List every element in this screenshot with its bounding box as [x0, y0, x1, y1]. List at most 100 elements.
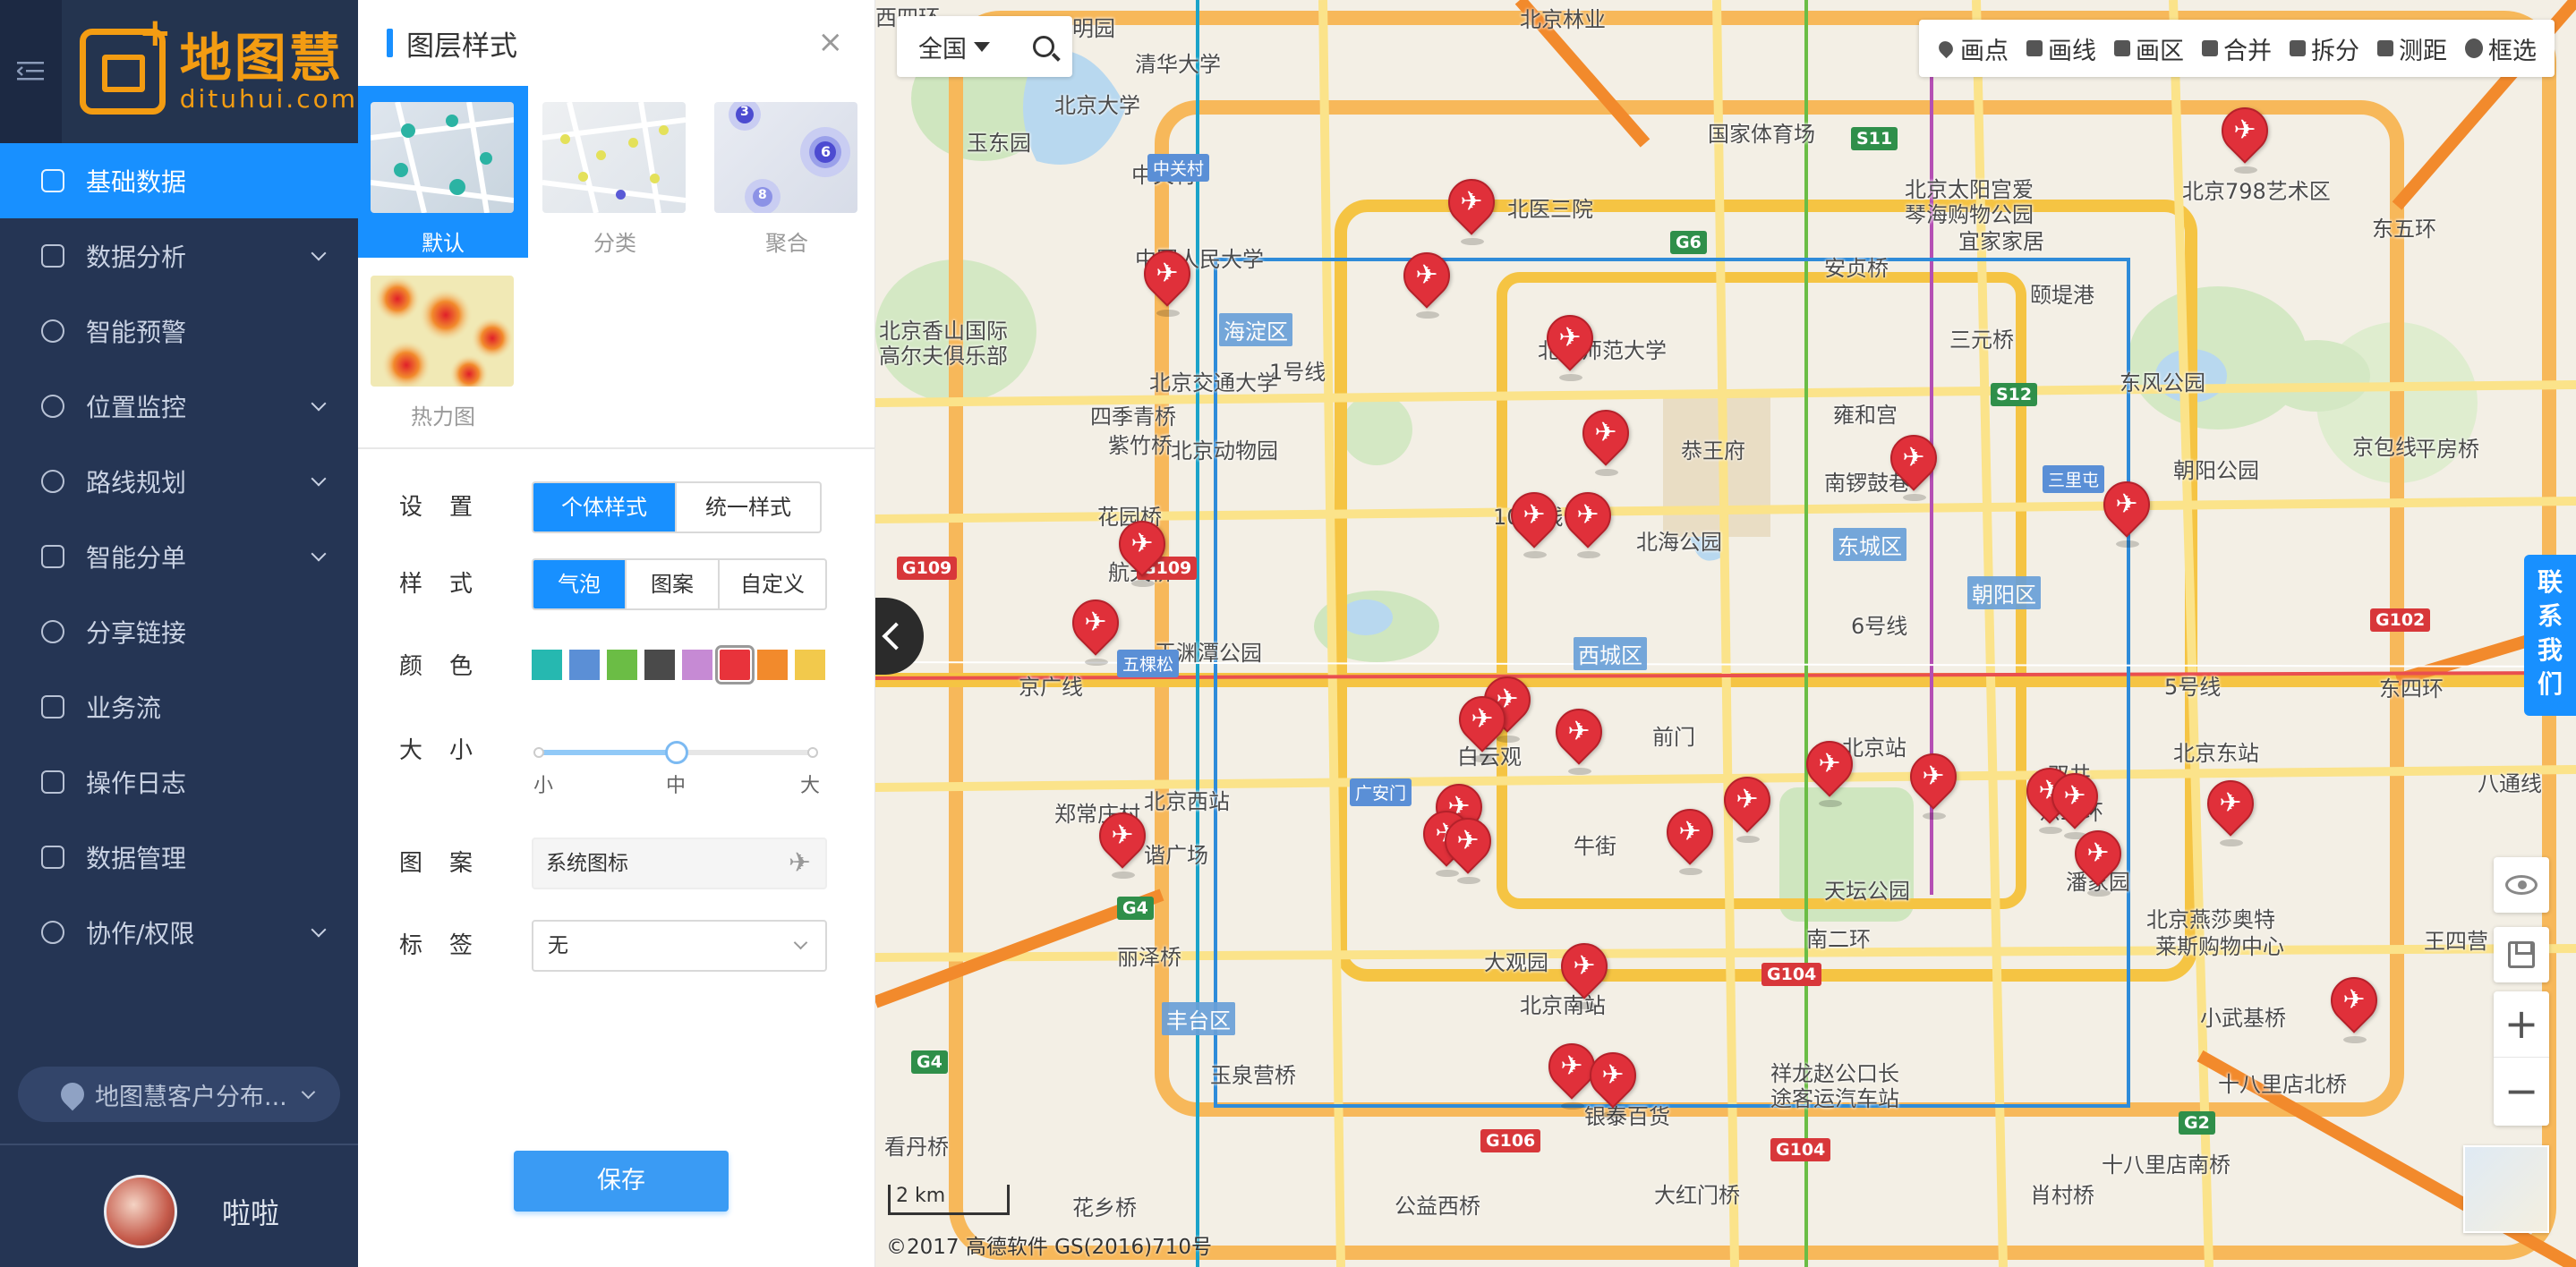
- marker-shadow: [1903, 494, 1926, 501]
- location-marker[interactable]: ✈: [1546, 699, 1612, 775]
- color-swatch[interactable]: [569, 650, 600, 680]
- style-row: 样式 气泡 图案 自定义: [399, 558, 847, 610]
- airplane-icon: ✈: [2086, 838, 2110, 869]
- style-option-cluster[interactable]: 3 6 8 聚合: [702, 86, 872, 258]
- location-marker[interactable]: ✈: [2065, 821, 2131, 897]
- slider-handle[interactable]: [665, 741, 688, 764]
- map-place-label: 玉东园: [967, 131, 1031, 156]
- location-marker[interactable]: ✈: [1881, 425, 1947, 501]
- location-marker[interactable]: ✈: [1573, 400, 1639, 476]
- map-selector[interactable]: 地图慧客户分布...: [18, 1067, 340, 1122]
- size-slider[interactable]: 小 中 大: [533, 725, 822, 805]
- menu-item-basic-data[interactable]: 基础数据: [0, 143, 358, 218]
- user-profile[interactable]: 啦啦: [104, 1175, 279, 1248]
- location-marker[interactable]: ✈: [1657, 799, 1723, 875]
- close-icon[interactable]: ×: [818, 27, 844, 57]
- menu-item-smart-alert[interactable]: 智能预警: [0, 293, 358, 369]
- merge-tool[interactable]: 合并: [2193, 31, 2281, 66]
- box-select-tool[interactable]: 框选: [2456, 31, 2546, 66]
- style-option-default[interactable]: 默认: [358, 86, 528, 258]
- location-marker[interactable]: ✈: [1580, 1042, 1646, 1118]
- menu-collapse-icon: [17, 62, 45, 81]
- pattern-option[interactable]: 图案: [627, 560, 720, 608]
- contact-char: 我: [2537, 635, 2563, 665]
- menu-item-share-link[interactable]: 分享链接: [0, 594, 358, 669]
- pattern-field[interactable]: 系统图标 ✈: [532, 838, 827, 889]
- color-swatch[interactable]: [607, 650, 637, 680]
- marker-shadow: [1131, 580, 1155, 587]
- menu-item-operation-log[interactable]: 操作日志: [0, 744, 358, 820]
- zoom-in-button[interactable]: +: [2494, 991, 2549, 1058]
- avatar[interactable]: [104, 1175, 177, 1248]
- location-marker[interactable]: ✈: [1551, 933, 1617, 1009]
- sidebar-collapse-button[interactable]: [0, 0, 62, 143]
- color-swatch[interactable]: [757, 650, 788, 680]
- location-marker[interactable]: ✈: [1134, 241, 1200, 317]
- custom-option[interactable]: 自定义: [720, 560, 825, 608]
- style-option-category[interactable]: 分类: [530, 86, 700, 258]
- airplane-icon: ✈: [1678, 816, 1702, 847]
- menu-item-label: 智能预警: [86, 318, 187, 347]
- color-swatch[interactable]: [644, 650, 675, 680]
- location-marker[interactable]: ✈: [1062, 590, 1129, 666]
- location-marker[interactable]: ✈: [1714, 767, 1780, 843]
- location-marker[interactable]: ✈: [2042, 763, 2108, 839]
- style-option-heatmap[interactable]: 热力图: [358, 259, 528, 431]
- unified-style-option[interactable]: 统一样式: [677, 483, 820, 531]
- location-marker[interactable]: ✈: [1501, 482, 1567, 558]
- location-marker[interactable]: ✈: [2197, 770, 2264, 846]
- location-marker[interactable]: ✈: [2094, 472, 2160, 548]
- location-marker[interactable]: ✈: [1555, 482, 1621, 558]
- color-swatch[interactable]: [795, 650, 825, 680]
- chevron-down-icon: [301, 1084, 316, 1100]
- airplane-icon: ✈: [1456, 825, 1480, 856]
- minimap[interactable]: [2463, 1145, 2549, 1233]
- menu-item-location-monitor[interactable]: 位置监控: [0, 369, 358, 444]
- menu-item-smart-dispatch[interactable]: 智能分单: [0, 519, 358, 594]
- save-button[interactable]: 保存: [514, 1151, 729, 1212]
- color-swatch[interactable]: [715, 645, 755, 685]
- region-selector[interactable]: 全国: [918, 30, 967, 64]
- menu-item-workflow[interactable]: 业务流: [0, 669, 358, 744]
- menu-item-data-analysis[interactable]: 数据分析: [0, 218, 358, 293]
- draw-line-tool[interactable]: 画线: [2017, 31, 2105, 66]
- location-marker[interactable]: ✈: [1438, 169, 1505, 245]
- region-search[interactable]: 全国: [897, 16, 1072, 77]
- menu-item-data-management[interactable]: 数据管理: [0, 820, 358, 895]
- slider-tick-large: 大: [800, 775, 821, 797]
- airplane-icon: ✈: [1471, 703, 1494, 735]
- location-marker[interactable]: ✈: [2321, 967, 2387, 1043]
- map-canvas[interactable]: 圆明园 清华大学 北京林业 北京大学 玉东园 国家体育场 北京太阳宫爱 琴海购物公园 北京798…: [875, 0, 2576, 1267]
- split-tool[interactable]: 拆分: [2281, 31, 2368, 66]
- logo[interactable]: 地图慧 dituhui.com: [61, 0, 358, 143]
- location-marker[interactable]: ✈: [1394, 242, 1460, 319]
- slider-tick-small: 小: [533, 775, 554, 797]
- save-map-button[interactable]: [2494, 927, 2549, 982]
- individual-style-option[interactable]: 个体样式: [533, 483, 677, 531]
- color-swatch[interactable]: [532, 650, 562, 680]
- location-marker[interactable]: ✈: [1537, 305, 1603, 381]
- location-marker[interactable]: ✈: [1089, 803, 1156, 879]
- district-label: 海淀区: [1219, 313, 1292, 346]
- location-marker[interactable]: ✈: [1796, 731, 1863, 807]
- district-label: 西城区: [1574, 637, 1647, 670]
- bubble-option[interactable]: 气泡: [533, 560, 627, 608]
- measure-tool[interactable]: 测距: [2368, 31, 2456, 66]
- marker-shadow: [1471, 755, 1495, 762]
- location-marker[interactable]: ✈: [1109, 511, 1175, 587]
- menu-item-collaboration[interactable]: 协作/权限: [0, 895, 358, 970]
- draw-point-tool[interactable]: 画点: [1928, 31, 2017, 66]
- tag-select[interactable]: 无: [532, 920, 827, 972]
- search-icon[interactable]: [1033, 36, 1054, 57]
- zoom-out-button[interactable]: −: [2494, 1059, 2549, 1125]
- menu-item-route-planning[interactable]: 路线规划: [0, 444, 358, 519]
- color-swatch[interactable]: [682, 650, 712, 680]
- draw-area-tool[interactable]: 画区: [2105, 31, 2193, 66]
- visibility-button[interactable]: [2494, 857, 2549, 913]
- location-marker[interactable]: ✈: [1435, 808, 1501, 884]
- contact-us-tab[interactable]: 联 系 我 们: [2524, 555, 2576, 716]
- location-marker[interactable]: ✈: [1900, 744, 1966, 820]
- location-marker[interactable]: ✈: [1449, 686, 1515, 762]
- location-marker[interactable]: ✈: [2212, 98, 2278, 174]
- map-place-label: 三元桥: [1949, 327, 2014, 353]
